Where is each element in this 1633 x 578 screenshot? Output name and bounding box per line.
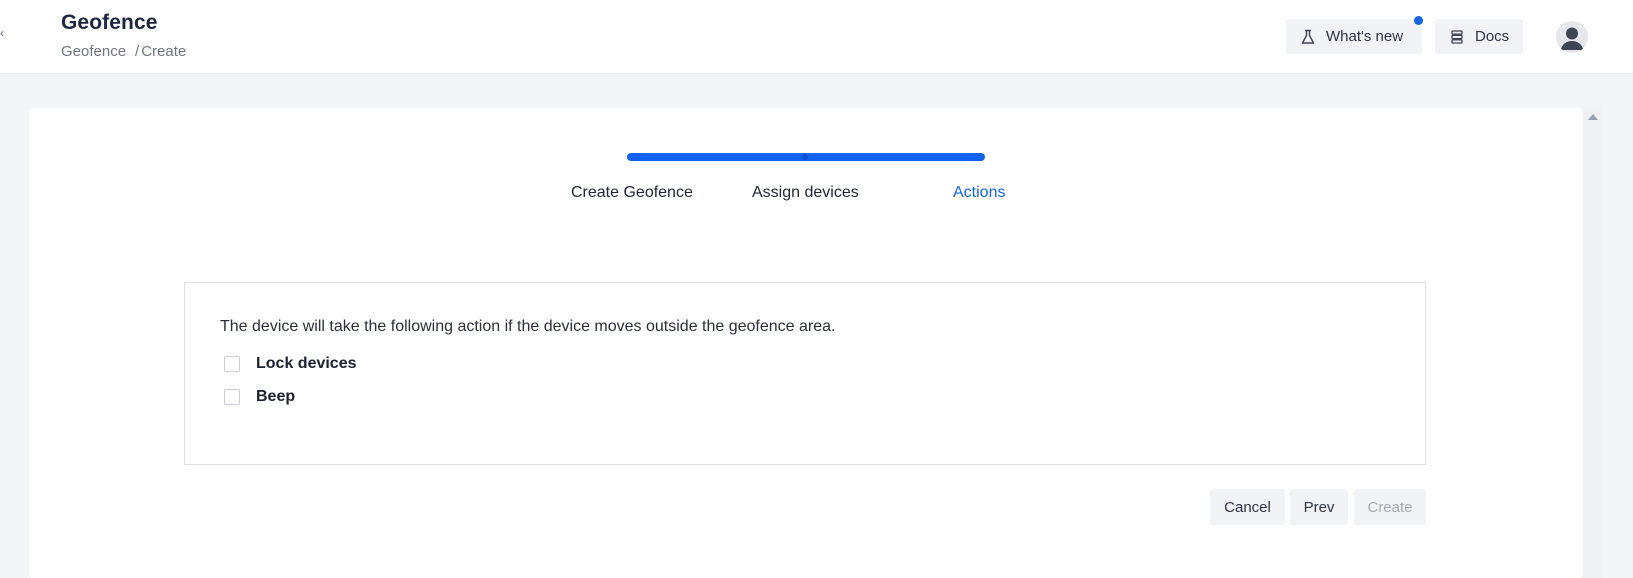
create-button[interactable]: Create — [1354, 489, 1426, 525]
prev-button[interactable]: Prev — [1290, 489, 1348, 525]
actions-panel: The device will take the following actio… — [184, 282, 1426, 465]
cancel-button[interactable]: Cancel — [1210, 489, 1285, 525]
whats-new-label: What's new — [1326, 28, 1404, 45]
lock-devices-label: Lock devices — [256, 355, 357, 372]
notification-dot — [1414, 16, 1423, 25]
top-header: ‹ Geofence Geofence / Create What's new Do… — [0, 0, 1633, 74]
docs-button[interactable]: Docs — [1435, 19, 1523, 54]
step-create-geofence[interactable]: Create Geofence — [571, 184, 693, 202]
beep-checkbox[interactable] — [224, 389, 240, 405]
beep-label: Beep — [256, 388, 296, 405]
lock-devices-option[interactable]: Lock devices — [224, 355, 357, 373]
step-actions[interactable]: Actions — [953, 184, 1005, 202]
actions-description: The device will take the following actio… — [220, 318, 836, 335]
beep-option[interactable]: Beep — [224, 388, 295, 406]
whats-new-button[interactable]: What's new — [1286, 19, 1422, 54]
lock-devices-checkbox[interactable] — [224, 356, 240, 372]
docs-stack-icon — [1449, 29, 1465, 45]
breadcrumb-separator: / — [135, 43, 140, 60]
page-title: Geofence — [61, 11, 158, 34]
breadcrumb-current: Create — [141, 43, 187, 60]
flask-icon — [1300, 29, 1316, 45]
sidebar-collapse-icon[interactable]: ‹ — [0, 27, 6, 39]
step-assign-devices[interactable]: Assign devices — [752, 184, 859, 202]
stepper-joint — [802, 154, 808, 160]
docs-label: Docs — [1475, 28, 1510, 45]
vertical-scrollbar[interactable] — [1583, 108, 1601, 578]
breadcrumb: Geofence / Create — [61, 43, 186, 60]
scroll-up-arrow-icon[interactable] — [1588, 114, 1598, 120]
user-avatar-icon[interactable] — [1556, 21, 1588, 53]
breadcrumb-geofence-link[interactable]: Geofence — [61, 43, 126, 60]
